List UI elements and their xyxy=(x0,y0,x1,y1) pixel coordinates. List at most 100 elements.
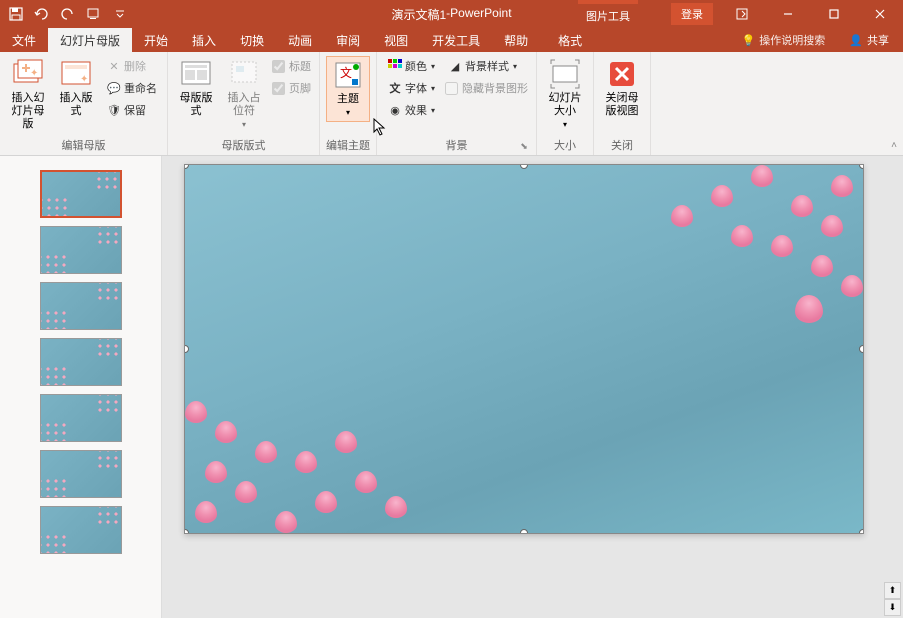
slide-size-button[interactable]: 幻灯片大小 ▾ xyxy=(543,56,587,133)
svg-text:✦: ✦ xyxy=(80,74,88,85)
preserve-label: 保留 xyxy=(124,102,146,118)
close-master-view-button[interactable]: 关闭母版视图 xyxy=(600,56,644,120)
tell-me-search[interactable]: 💡 操作说明搜索 xyxy=(732,28,836,52)
tab-review[interactable]: 审阅 xyxy=(324,28,372,52)
resize-handle-nw[interactable] xyxy=(184,164,189,169)
title-checkbox-label: 标题 xyxy=(289,58,311,74)
background-styles-button[interactable]: ◢背景样式▾ xyxy=(443,56,530,76)
fonts-button[interactable]: 文字体▾ xyxy=(383,78,439,98)
hide-bg-checkbox-input[interactable] xyxy=(445,82,458,95)
flower-decoration-top-right xyxy=(613,164,864,335)
effects-label: 效果 xyxy=(405,102,427,118)
tab-slide-master[interactable]: 幻灯片母版 xyxy=(48,28,132,52)
chevron-down-icon: ▾ xyxy=(563,118,567,131)
footers-checkbox-input[interactable] xyxy=(272,82,285,95)
group-label-close: 关闭 xyxy=(600,135,644,153)
insert-slide-master-label: 插入幻灯片母版 xyxy=(8,92,48,131)
tab-help[interactable]: 帮助 xyxy=(492,28,540,52)
group-master-layout: 母版版式 插入占位符 ▾ 标题 页脚 母版版式 xyxy=(168,52,320,155)
resize-handle-s[interactable] xyxy=(520,529,528,534)
title-checkbox[interactable]: 标题 xyxy=(270,56,313,76)
tab-developer[interactable]: 开发工具 xyxy=(420,28,492,52)
group-label-master-layout: 母版版式 xyxy=(174,135,313,153)
minimize-button[interactable] xyxy=(765,0,811,28)
tab-format[interactable]: 格式 xyxy=(546,28,594,52)
insert-layout-button[interactable]: ✦ 插入版式 xyxy=(54,56,98,120)
delete-button[interactable]: ✕删除 xyxy=(102,56,161,76)
tab-home[interactable]: 开始 xyxy=(132,28,180,52)
resize-handle-w[interactable] xyxy=(184,345,189,353)
layout-thumbnail-5[interactable] xyxy=(40,450,122,498)
layout-thumbnail-2[interactable] xyxy=(40,282,122,330)
chevron-down-icon: ▾ xyxy=(431,84,435,93)
title-bar: 演示文稿1 - PowerPoint 图片工具 登录 xyxy=(0,0,903,28)
group-label-edit-theme: 编辑主题 xyxy=(326,135,370,153)
layout-thumbnail-1[interactable] xyxy=(40,226,122,274)
document-name: 演示文稿1 xyxy=(391,6,446,23)
group-background: 颜色▾ 文字体▾ ◉效果▾ ◢背景样式▾ 隐藏背景图形 背景⬊ xyxy=(377,52,537,155)
slide-nav-buttons: ⬆ ⬇ xyxy=(884,582,901,616)
next-slide-button[interactable]: ⬇ xyxy=(884,599,901,616)
effects-icon: ◉ xyxy=(387,102,403,118)
preserve-button[interactable]: 🛡保留 xyxy=(102,100,161,120)
layout-thumbnail-6[interactable] xyxy=(40,506,122,554)
layout-thumbnail-4[interactable] xyxy=(40,394,122,442)
tab-view[interactable]: 视图 xyxy=(372,28,420,52)
insert-placeholder-label: 插入占位符 xyxy=(224,92,264,118)
colors-button[interactable]: 颜色▾ xyxy=(383,56,439,76)
insert-slide-master-button[interactable]: ✦ 插入幻灯片母版 xyxy=(6,56,50,133)
master-thumbnail-1[interactable] xyxy=(40,170,122,218)
app-name: PowerPoint xyxy=(450,6,511,23)
master-layout-button[interactable]: 母版版式 xyxy=(174,56,218,120)
save-button[interactable] xyxy=(4,2,28,26)
effects-button[interactable]: ◉效果▾ xyxy=(383,100,439,120)
prev-slide-button[interactable]: ⬆ xyxy=(884,582,901,599)
themes-button[interactable]: 文 主题 ▾ xyxy=(326,56,370,122)
bg-styles-icon: ◢ xyxy=(447,58,463,74)
hide-bg-label: 隐藏背景图形 xyxy=(462,80,528,96)
undo-button[interactable] xyxy=(30,2,54,26)
share-button[interactable]: 👤 共享 xyxy=(835,28,903,52)
chevron-down-icon: ▾ xyxy=(513,62,517,71)
hide-bg-checkbox[interactable]: 隐藏背景图形 xyxy=(443,78,530,98)
resize-handle-e[interactable] xyxy=(859,345,864,353)
ribbon-tabs: 文件 幻灯片母版 开始 插入 切换 动画 审阅 视图 开发工具 帮助 格式 💡 … xyxy=(0,28,903,52)
slide-size-label: 幻灯片大小 xyxy=(545,92,585,118)
ribbon-display-options[interactable] xyxy=(719,0,765,28)
slide-size-icon xyxy=(549,58,581,90)
title-checkbox-input[interactable] xyxy=(272,60,285,73)
tab-animations[interactable]: 动画 xyxy=(276,28,324,52)
slide-canvas-area[interactable]: ⬆ ⬇ xyxy=(162,156,903,618)
tab-transitions[interactable]: 切换 xyxy=(228,28,276,52)
contextual-tab-picture-tools: 图片工具 xyxy=(578,0,638,28)
resize-handle-se[interactable] xyxy=(859,529,864,534)
start-from-beginning-button[interactable] xyxy=(82,2,106,26)
placeholder-icon xyxy=(228,58,260,90)
colors-icon xyxy=(387,58,403,74)
flower-decoration-bottom-left xyxy=(184,363,435,534)
slide-canvas[interactable] xyxy=(184,164,864,534)
lightbulb-icon: 💡 xyxy=(742,34,756,47)
thumbnail-pane[interactable] xyxy=(0,156,162,618)
tab-file[interactable]: 文件 xyxy=(0,28,48,52)
account-sign-in[interactable]: 登录 xyxy=(671,3,713,25)
rename-button[interactable]: 💬重命名 xyxy=(102,78,161,98)
collapse-ribbon-button[interactable]: ˄ xyxy=(891,140,897,151)
redo-button[interactable] xyxy=(56,2,80,26)
group-label-edit-master: 编辑母版 xyxy=(6,135,161,153)
tab-insert[interactable]: 插入 xyxy=(180,28,228,52)
close-master-label: 关闭母版视图 xyxy=(602,92,642,118)
customize-qat-button[interactable] xyxy=(108,2,132,26)
master-layout-icon xyxy=(180,58,212,90)
layout-thumbnail-3[interactable] xyxy=(40,338,122,386)
themes-icon: 文 xyxy=(332,59,364,91)
svg-text:文: 文 xyxy=(340,65,352,80)
dialog-launcher-background[interactable]: ⬊ xyxy=(518,141,530,153)
footers-checkbox[interactable]: 页脚 xyxy=(270,78,313,98)
group-size: 幻灯片大小 ▾ 大小 xyxy=(537,52,594,155)
close-button[interactable] xyxy=(857,0,903,28)
svg-text:✦: ✦ xyxy=(30,68,38,79)
resize-handle-n[interactable] xyxy=(520,164,528,169)
maximize-button[interactable] xyxy=(811,0,857,28)
insert-placeholder-button[interactable]: 插入占位符 ▾ xyxy=(222,56,266,133)
